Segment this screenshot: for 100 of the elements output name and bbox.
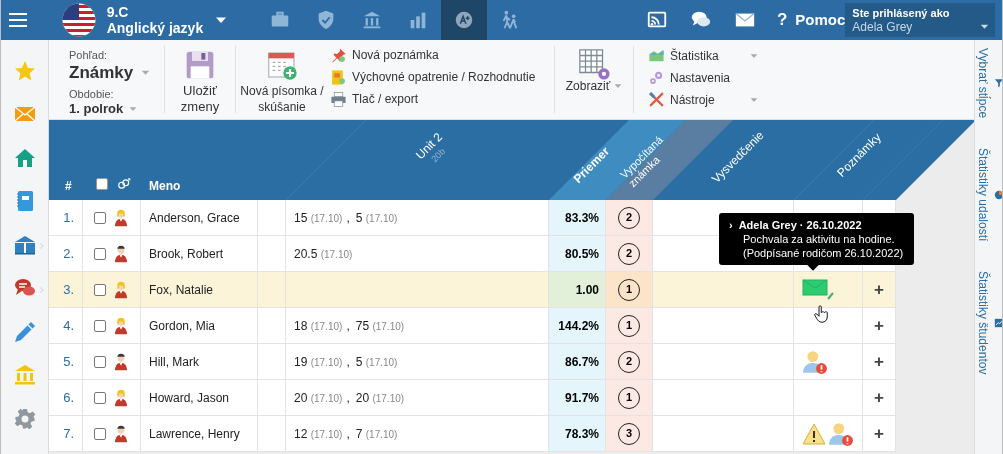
- row-checkbox[interactable]: [94, 247, 106, 260]
- filter-icon: [993, 78, 1002, 89]
- separator-text: ,: [346, 425, 350, 443]
- grade-entry[interactable]: 15 (17.10): [294, 208, 343, 227]
- caret-icon: [750, 52, 758, 60]
- help-icon: ?: [776, 7, 788, 33]
- side-panel-tab[interactable]: Vybrať stĺpce: [973, 48, 1002, 119]
- row-checkbox[interactable]: [94, 391, 106, 404]
- person-icon: [112, 208, 130, 227]
- parent-alert-icon[interactable]: [828, 420, 854, 447]
- subject-name: Anglický jazyk: [106, 20, 204, 36]
- average-cell: 91.7%: [549, 380, 606, 416]
- row-checkbox[interactable]: [94, 211, 106, 224]
- caret-icon: [141, 68, 151, 77]
- grade-entry[interactable]: 20 (17.10): [355, 388, 405, 407]
- select-all-checkbox[interactable]: [96, 178, 108, 190]
- person-icon: [112, 352, 130, 371]
- caret-icon: [129, 104, 138, 113]
- gender-icon: [117, 177, 131, 191]
- person-icon: [112, 316, 130, 335]
- period-label: Obdobie:: [69, 88, 115, 101]
- settings-icon: [12, 406, 37, 431]
- tooltip-text: (Podpísané rodičom 26.10.2022): [742, 246, 904, 260]
- save-button[interactable]: Uložiť zmeny: [165, 40, 235, 119]
- user-menu[interactable]: Ste prihlásený ako Adela Grey: [845, 3, 995, 37]
- wrench-screwdriver-icon: [648, 91, 665, 108]
- caret-icon: [750, 96, 758, 104]
- average-cell: 83.3%: [549, 200, 606, 236]
- add-note-button[interactable]: +: [874, 353, 884, 370]
- grade-entry[interactable]: 12 (17.10): [294, 424, 343, 443]
- pie-chart-icon: [993, 189, 1002, 200]
- grade-entry[interactable]: 19 (17.10): [294, 352, 343, 371]
- separator-text: ,: [346, 209, 350, 227]
- marker-icon: ›: [729, 218, 733, 232]
- average-cell: 86.7%: [549, 344, 606, 380]
- average-cell: 80.5%: [549, 236, 606, 272]
- display-button[interactable]: Zobraziť: [555, 40, 633, 119]
- period-dropdown[interactable]: 1. polrok: [69, 101, 164, 116]
- add-note-button[interactable]: +: [874, 389, 884, 406]
- class-name: 9.C: [106, 4, 130, 20]
- printer-icon: [330, 90, 347, 108]
- side-panel-tab[interactable]: Štatistiky udalostí: [973, 148, 1002, 242]
- nav-tab[interactable]: [440, 0, 487, 40]
- tooltip-title: Adela Grey · 26.10.2022: [738, 218, 862, 232]
- warning-icon[interactable]: [802, 421, 826, 446]
- row-checkbox[interactable]: [94, 427, 106, 440]
- parent-alert-icon[interactable]: [802, 348, 828, 375]
- toolbar-action[interactable]: Nová poznámka: [330, 46, 554, 64]
- grade-entry[interactable]: 5 (17.10): [355, 208, 398, 227]
- row-checkbox[interactable]: [94, 283, 106, 296]
- chevron-icon: [38, 284, 45, 295]
- average-cell: 1.00: [549, 272, 606, 308]
- grade-entry[interactable]: 20.5 (17.10): [294, 244, 353, 263]
- toolbar-menu[interactable]: Štatistika: [648, 46, 758, 65]
- side-panel-tab[interactable]: Štatistiky študentov: [973, 271, 1002, 375]
- caret-icon: [614, 82, 623, 90]
- grade-entry[interactable]: 75 (17.10): [355, 316, 405, 335]
- toolbar-menu[interactable]: Nástroje: [648, 90, 758, 109]
- caret-icon: [980, 22, 989, 31]
- grade-entry[interactable]: 5 (17.10): [355, 352, 398, 371]
- grade-entry[interactable]: 20 (17.10): [294, 388, 343, 407]
- grade-entry[interactable]: 7 (17.10): [355, 424, 398, 443]
- note-message-icon[interactable]: [802, 278, 834, 301]
- separator-text: ,: [346, 317, 350, 335]
- gears-icon: [648, 69, 665, 86]
- add-note-button[interactable]: +: [874, 281, 884, 298]
- column-header: Unit 2 20b: [412, 129, 449, 167]
- row-number: 7.: [49, 416, 83, 452]
- row-checkbox[interactable]: [94, 355, 106, 368]
- row-checkbox[interactable]: [94, 319, 106, 332]
- toolbar-action[interactable]: Výchovné opatrenie / Rozhodnutie: [330, 68, 554, 86]
- area-chart-icon: [648, 47, 665, 64]
- person-icon: [112, 424, 130, 443]
- new-test-button[interactable]: Nová písomka / skúšanie: [236, 40, 328, 119]
- document-icon: [330, 68, 347, 86]
- average-cell: 78.3%: [549, 416, 606, 452]
- grid-settings-icon: [576, 47, 612, 81]
- column-header: Meno: [149, 178, 181, 195]
- view-dropdown[interactable]: Známky: [69, 62, 164, 83]
- add-note-button[interactable]: +: [874, 425, 884, 442]
- student-name: Lawrence, Henry: [141, 416, 258, 452]
- column-header: #: [65, 178, 72, 195]
- tooltip-text: Pochvala za aktivitu na hodine.: [742, 232, 896, 246]
- pushpin-icon: [330, 46, 347, 64]
- average-cell: 144.2%: [549, 308, 606, 344]
- add-note-button[interactable]: +: [874, 317, 884, 334]
- pen-icon: [12, 319, 37, 344]
- class-selector[interactable]: 9.C Anglický jazyk: [60, 0, 249, 40]
- toolbar-action[interactable]: Tlač / export: [330, 90, 554, 108]
- view-label: Pohľad:: [69, 49, 109, 62]
- grade-entry[interactable]: 18 (17.10): [294, 316, 343, 335]
- person-icon: [112, 280, 130, 299]
- chevron-icon: [38, 241, 45, 251]
- bank-icon: [12, 363, 37, 388]
- person-icon: [112, 388, 130, 407]
- separator-text: ,: [346, 389, 350, 407]
- separator-text: ,: [346, 353, 350, 371]
- toolbar-menu[interactable]: Nastavenia: [648, 68, 758, 87]
- help-button[interactable]: ? Pomoc: [776, 7, 846, 33]
- person-icon: [112, 244, 130, 263]
